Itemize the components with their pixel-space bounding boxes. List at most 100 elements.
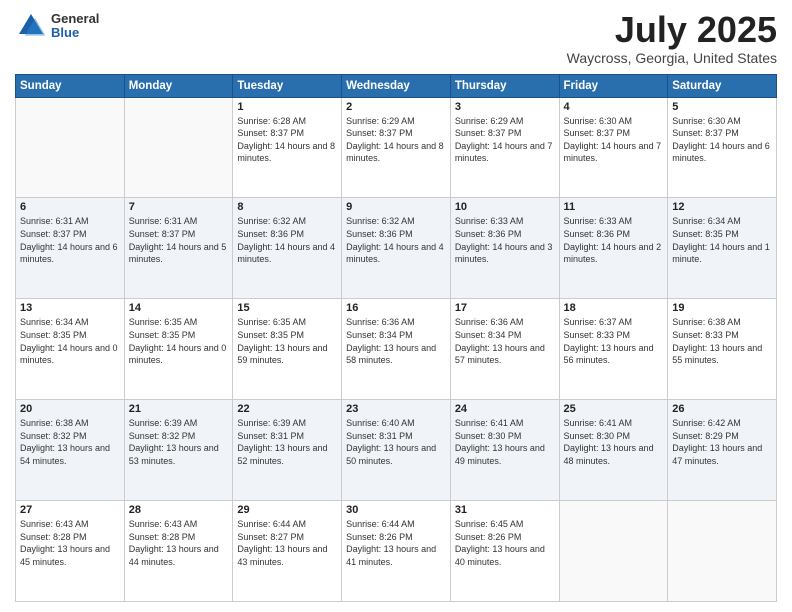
day-info: Sunrise: 6:35 AMSunset: 8:35 PMDaylight:… — [237, 316, 337, 366]
subtitle: Waycross, Georgia, United States — [567, 50, 777, 66]
day-info: Sunrise: 6:40 AMSunset: 8:31 PMDaylight:… — [346, 417, 446, 467]
calendar-cell: 29 Sunrise: 6:44 AMSunset: 8:27 PMDayligh… — [233, 501, 342, 602]
day-number: 21 — [129, 403, 229, 415]
col-monday: Monday — [124, 74, 233, 97]
day-info: Sunrise: 6:39 AMSunset: 8:32 PMDaylight:… — [129, 417, 229, 467]
day-info: Sunrise: 6:39 AMSunset: 8:31 PMDaylight:… — [237, 417, 337, 467]
day-number: 12 — [672, 201, 772, 213]
calendar-cell: 23 Sunrise: 6:40 AMSunset: 8:31 PMDayligh… — [342, 400, 451, 501]
day-number: 27 — [20, 504, 120, 516]
logo-icon — [15, 10, 47, 42]
calendar-cell: 26 Sunrise: 6:42 AMSunset: 8:29 PMDayligh… — [668, 400, 777, 501]
day-number: 4 — [564, 101, 664, 113]
col-wednesday: Wednesday — [342, 74, 451, 97]
calendar-cell: 20Sunrise: 6:38 AMSunset: 8:32 PMDayligh… — [16, 400, 125, 501]
day-info: Sunrise: 6:45 AMSunset: 8:26 PMDaylight:… — [455, 518, 555, 568]
day-info: Sunrise: 6:41 AMSunset: 8:30 PMDaylight:… — [564, 417, 664, 467]
day-number: 15 — [237, 302, 337, 314]
calendar-cell: 2 Sunrise: 6:29 AMSunset: 8:37 PMDaylight… — [342, 97, 451, 198]
day-number: 9 — [346, 201, 446, 213]
calendar-cell: 22 Sunrise: 6:39 AMSunset: 8:31 PMDayligh… — [233, 400, 342, 501]
day-info: Sunrise: 6:43 AMSunset: 8:28 PMDaylight:… — [20, 518, 120, 568]
calendar-row: 6Sunrise: 6:31 AMSunset: 8:37 PMDaylight… — [16, 198, 777, 299]
calendar-cell — [124, 97, 233, 198]
day-info: Sunrise: 6:38 AMSunset: 8:33 PMDaylight:… — [672, 316, 772, 366]
day-info: Sunrise: 6:35 AMSunset: 8:35 PMDaylight:… — [129, 316, 229, 366]
col-thursday: Thursday — [450, 74, 559, 97]
day-number: 10 — [455, 201, 555, 213]
calendar-cell — [559, 501, 668, 602]
day-number: 22 — [237, 403, 337, 415]
day-number: 31 — [455, 504, 555, 516]
day-info: Sunrise: 6:44 AMSunset: 8:26 PMDaylight:… — [346, 518, 446, 568]
calendar-cell: 10 Sunrise: 6:33 AMSunset: 8:36 PMDayligh… — [450, 198, 559, 299]
day-number: 25 — [564, 403, 664, 415]
day-number: 24 — [455, 403, 555, 415]
day-info: Sunrise: 6:37 AMSunset: 8:33 PMDaylight:… — [564, 316, 664, 366]
day-number: 14 — [129, 302, 229, 314]
day-number: 13 — [20, 302, 120, 314]
calendar-cell: 4Sunrise: 6:30 AMSunset: 8:37 PMDaylight… — [559, 97, 668, 198]
day-number: 5 — [672, 101, 772, 113]
calendar-cell: 21 Sunrise: 6:39 AMSunset: 8:32 PMDayligh… — [124, 400, 233, 501]
day-number: 23 — [346, 403, 446, 415]
page: General Blue July 2025 Waycross, Georgia… — [0, 0, 792, 612]
col-friday: Friday — [559, 74, 668, 97]
day-info: Sunrise: 6:43 AMSunset: 8:28 PMDaylight:… — [129, 518, 229, 568]
day-info: Sunrise: 6:36 AMSunset: 8:34 PMDaylight:… — [455, 316, 555, 366]
calendar-cell: 5 Sunrise: 6:30 AMSunset: 8:37 PMDaylight… — [668, 97, 777, 198]
day-info: Sunrise: 6:30 AMSunset: 8:37 PMDaylight:… — [672, 115, 772, 165]
day-info: Sunrise: 6:41 AMSunset: 8:30 PMDaylight:… — [455, 417, 555, 467]
calendar-cell — [16, 97, 125, 198]
col-tuesday: Tuesday — [233, 74, 342, 97]
day-info: Sunrise: 6:32 AMSunset: 8:36 PMDaylight:… — [346, 215, 446, 265]
calendar-row: 20Sunrise: 6:38 AMSunset: 8:32 PMDayligh… — [16, 400, 777, 501]
calendar-table: Sunday Monday Tuesday Wednesday Thursday… — [15, 74, 777, 602]
calendar-cell — [668, 501, 777, 602]
day-info: Sunrise: 6:31 AMSunset: 8:37 PMDaylight:… — [20, 215, 120, 265]
day-number: 2 — [346, 101, 446, 113]
day-number: 30 — [346, 504, 446, 516]
calendar-cell: 24 Sunrise: 6:41 AMSunset: 8:30 PMDayligh… — [450, 400, 559, 501]
day-info: Sunrise: 6:34 AMSunset: 8:35 PMDaylight:… — [672, 215, 772, 265]
day-number: 8 — [237, 201, 337, 213]
calendar-cell: 19Sunrise: 6:38 AMSunset: 8:33 PMDayligh… — [668, 299, 777, 400]
calendar-cell: 16Sunrise: 6:36 AMSunset: 8:34 PMDayligh… — [342, 299, 451, 400]
day-info: Sunrise: 6:29 AMSunset: 8:37 PMDaylight:… — [346, 115, 446, 165]
logo-blue: Blue — [51, 26, 99, 40]
calendar-cell: 15 Sunrise: 6:35 AMSunset: 8:35 PMDayligh… — [233, 299, 342, 400]
day-info: Sunrise: 6:42 AMSunset: 8:29 PMDaylight:… — [672, 417, 772, 467]
col-sunday: Sunday — [16, 74, 125, 97]
calendar-cell: 30 Sunrise: 6:44 AMSunset: 8:26 PMDayligh… — [342, 501, 451, 602]
calendar-row: 1Sunrise: 6:28 AMSunset: 8:37 PMDaylight… — [16, 97, 777, 198]
day-info: Sunrise: 6:29 AMSunset: 8:37 PMDaylight:… — [455, 115, 555, 165]
calendar-cell: 13 Sunrise: 6:34 AMSunset: 8:35 PMDayligh… — [16, 299, 125, 400]
calendar-cell: 14 Sunrise: 6:35 AMSunset: 8:35 PMDayligh… — [124, 299, 233, 400]
day-number: 1 — [237, 101, 337, 113]
calendar-cell: 8Sunrise: 6:32 AMSunset: 8:36 PMDaylight… — [233, 198, 342, 299]
calendar-cell: 6Sunrise: 6:31 AMSunset: 8:37 PMDaylight… — [16, 198, 125, 299]
title-block: July 2025 Waycross, Georgia, United Stat… — [567, 10, 777, 66]
day-info: Sunrise: 6:33 AMSunset: 8:36 PMDaylight:… — [455, 215, 555, 265]
calendar-header-row: Sunday Monday Tuesday Wednesday Thursday… — [16, 74, 777, 97]
day-number: 7 — [129, 201, 229, 213]
day-number: 3 — [455, 101, 555, 113]
logo-general: General — [51, 12, 99, 26]
day-number: 18 — [564, 302, 664, 314]
day-info: Sunrise: 6:44 AMSunset: 8:27 PMDaylight:… — [237, 518, 337, 568]
calendar-cell: 25 Sunrise: 6:41 AMSunset: 8:30 PMDayligh… — [559, 400, 668, 501]
day-number: 20 — [20, 403, 120, 415]
col-saturday: Saturday — [668, 74, 777, 97]
day-number: 26 — [672, 403, 772, 415]
day-info: Sunrise: 6:34 AMSunset: 8:35 PMDaylight:… — [20, 316, 120, 366]
calendar-cell: 7Sunrise: 6:31 AMSunset: 8:37 PMDaylight… — [124, 198, 233, 299]
day-number: 29 — [237, 504, 337, 516]
calendar-cell: 9 Sunrise: 6:32 AMSunset: 8:36 PMDaylight… — [342, 198, 451, 299]
logo: General Blue — [15, 10, 99, 42]
day-number: 16 — [346, 302, 446, 314]
calendar-row: 13 Sunrise: 6:34 AMSunset: 8:35 PMDayligh… — [16, 299, 777, 400]
main-title: July 2025 — [567, 10, 777, 50]
calendar-cell: 31 Sunrise: 6:45 AMSunset: 8:26 PMDayligh… — [450, 501, 559, 602]
day-number: 28 — [129, 504, 229, 516]
calendar-cell: 11Sunrise: 6:33 AMSunset: 8:36 PMDayligh… — [559, 198, 668, 299]
